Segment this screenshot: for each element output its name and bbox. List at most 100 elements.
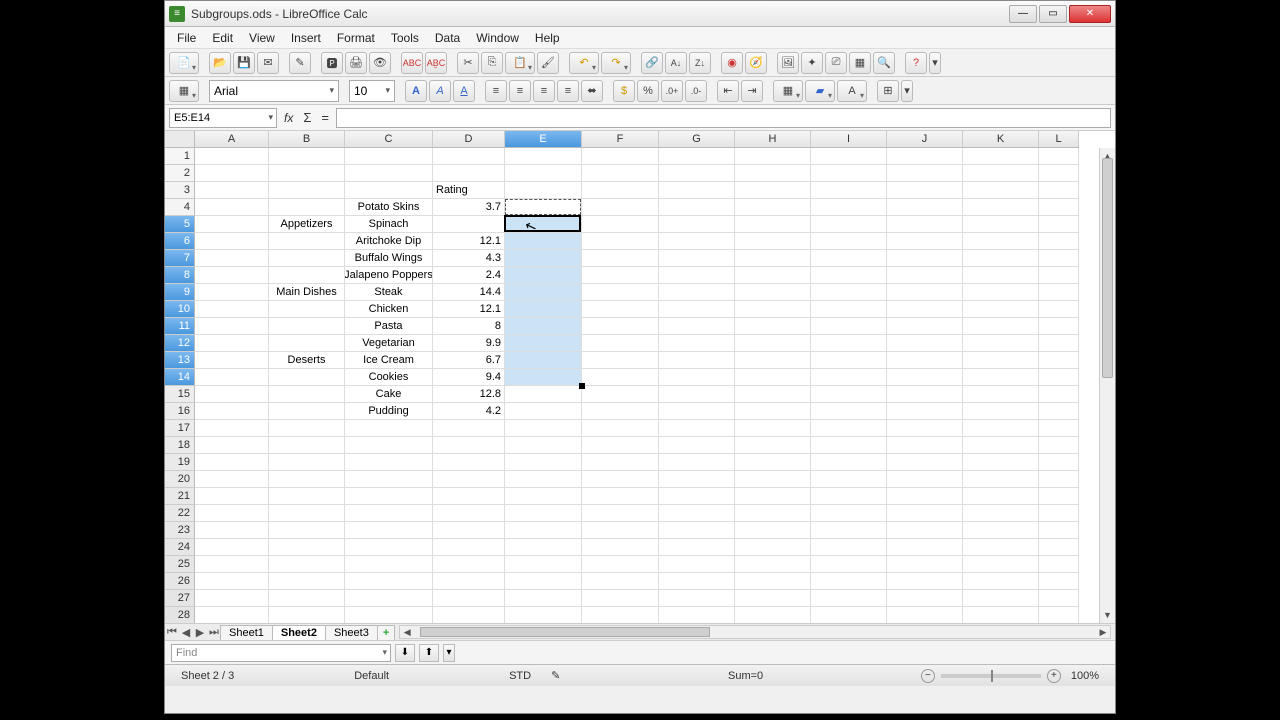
cell-B25[interactable] (269, 556, 345, 573)
record-button[interactable]: ⎚ (825, 52, 847, 74)
cell-C15[interactable]: Cake (345, 386, 433, 403)
cell-L5[interactable] (1039, 216, 1079, 233)
cell-E6[interactable] (505, 233, 582, 250)
cell-K14[interactable] (963, 369, 1039, 386)
cell-I1[interactable] (811, 148, 887, 165)
row-header-25[interactable]: 25 (165, 556, 195, 573)
cell-H13[interactable] (735, 352, 811, 369)
cell-J10[interactable] (887, 301, 963, 318)
cell-B11[interactable] (269, 318, 345, 335)
cell-D3[interactable]: Rating (433, 182, 505, 199)
cell-A6[interactable] (195, 233, 269, 250)
cell-K9[interactable] (963, 284, 1039, 301)
cell-J16[interactable] (887, 403, 963, 420)
cell-E21[interactable] (505, 488, 582, 505)
italic-button[interactable]: A (429, 80, 451, 102)
cell-G27[interactable] (659, 590, 735, 607)
cell-E7[interactable] (505, 250, 582, 267)
cell-C3[interactable] (345, 182, 433, 199)
align-justify-button[interactable]: ≡ (557, 80, 579, 102)
cell-E25[interactable] (505, 556, 582, 573)
cell-C12[interactable]: Vegetarian (345, 335, 433, 352)
cell-I2[interactable] (811, 165, 887, 182)
row-header-24[interactable]: 24 (165, 539, 195, 556)
cell-E15[interactable] (505, 386, 582, 403)
cell-A22[interactable] (195, 505, 269, 522)
cell-K3[interactable] (963, 182, 1039, 199)
cell-D1[interactable] (433, 148, 505, 165)
cell-F13[interactable] (582, 352, 659, 369)
cell-L24[interactable] (1039, 539, 1079, 556)
cell-I20[interactable] (811, 471, 887, 488)
cell-H26[interactable] (735, 573, 811, 590)
cell-A16[interactable] (195, 403, 269, 420)
row-header-13[interactable]: 13 (165, 352, 195, 369)
cell-D13[interactable]: 6.7 (433, 352, 505, 369)
cell-K18[interactable] (963, 437, 1039, 454)
cell-C21[interactable] (345, 488, 433, 505)
cell-B12[interactable] (269, 335, 345, 352)
indent-decrease-button[interactable]: ⇤ (717, 80, 739, 102)
cell-H8[interactable] (735, 267, 811, 284)
cell-D14[interactable]: 9.4 (433, 369, 505, 386)
chart-button[interactable]: ◉ (721, 52, 743, 74)
cell-A24[interactable] (195, 539, 269, 556)
cell-A2[interactable] (195, 165, 269, 182)
cell-G25[interactable] (659, 556, 735, 573)
cell-D27[interactable] (433, 590, 505, 607)
cell-F12[interactable] (582, 335, 659, 352)
hscroll-left[interactable]: ◀ (400, 626, 414, 638)
cell-G26[interactable] (659, 573, 735, 590)
new-doc-button[interactable]: 📄 (169, 52, 199, 74)
cell-B7[interactable] (269, 250, 345, 267)
cell-G5[interactable] (659, 216, 735, 233)
cell-L28[interactable] (1039, 607, 1079, 623)
cell-E18[interactable] (505, 437, 582, 454)
cell-L7[interactable] (1039, 250, 1079, 267)
datasources-button[interactable]: ✦ (801, 52, 823, 74)
cell-E27[interactable] (505, 590, 582, 607)
cell-K13[interactable] (963, 352, 1039, 369)
equals-icon[interactable]: = (318, 110, 332, 125)
cell-L8[interactable] (1039, 267, 1079, 284)
cell-C17[interactable] (345, 420, 433, 437)
menu-help[interactable]: Help (527, 29, 568, 47)
menu-view[interactable]: View (241, 29, 283, 47)
horizontal-scrollbar[interactable]: ◀ ▶ (399, 625, 1111, 639)
cell-K28[interactable] (963, 607, 1039, 623)
cell-L4[interactable] (1039, 199, 1079, 216)
cell-F11[interactable] (582, 318, 659, 335)
cell-G24[interactable] (659, 539, 735, 556)
cell-C11[interactable]: Pasta (345, 318, 433, 335)
currency-button[interactable]: $ (613, 80, 635, 102)
zoom-out-button[interactable]: − (921, 669, 935, 683)
cell-K2[interactable] (963, 165, 1039, 182)
cell-L14[interactable] (1039, 369, 1079, 386)
cell-C7[interactable]: Buffalo Wings (345, 250, 433, 267)
cell-D15[interactable]: 12.8 (433, 386, 505, 403)
cell-A7[interactable] (195, 250, 269, 267)
spellcheck-button[interactable]: ABC (401, 52, 423, 74)
row-header-7[interactable]: 7 (165, 250, 195, 267)
email-button[interactable]: ✉ (257, 52, 279, 74)
menu-data[interactable]: Data (427, 29, 468, 47)
percent-button[interactable]: % (637, 80, 659, 102)
cell-I5[interactable] (811, 216, 887, 233)
cell-B13[interactable]: Deserts (269, 352, 345, 369)
cell-K26[interactable] (963, 573, 1039, 590)
cell-G16[interactable] (659, 403, 735, 420)
cell-L26[interactable] (1039, 573, 1079, 590)
cell-C5[interactable]: Spinach (345, 216, 433, 233)
cell-L16[interactable] (1039, 403, 1079, 420)
hscroll-right[interactable]: ▶ (1096, 626, 1110, 638)
cell-D7[interactable]: 4.3 (433, 250, 505, 267)
cell-L2[interactable] (1039, 165, 1079, 182)
cell-I4[interactable] (811, 199, 887, 216)
open-button[interactable]: 📂 (209, 52, 231, 74)
status-sum[interactable]: Sum=0 (718, 670, 773, 682)
zoom-value[interactable]: 100% (1061, 670, 1109, 682)
cell-C26[interactable] (345, 573, 433, 590)
cell-L25[interactable] (1039, 556, 1079, 573)
row-header-10[interactable]: 10 (165, 301, 195, 318)
cell-E3[interactable] (505, 182, 582, 199)
